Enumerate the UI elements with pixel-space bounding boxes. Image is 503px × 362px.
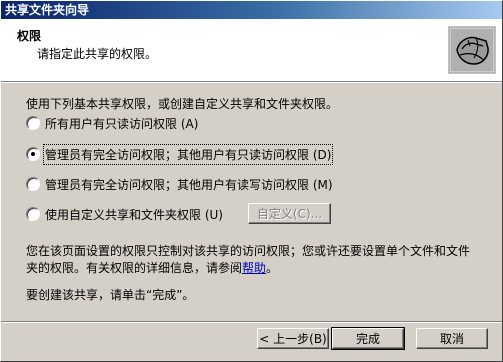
- option-admin-full-others-readonly[interactable]: 管理员有完全访问权限；其他用户有只读访问权限 (D): [26, 143, 334, 165]
- option-custom-permissions[interactable]: 使用自定义共享和文件夹权限 (U): [26, 206, 223, 222]
- instruction-text: 使用下列基本共享权限，或创建自定义共享和文件夹权限。: [26, 97, 339, 111]
- help-link[interactable]: 帮助: [242, 261, 266, 275]
- back-button[interactable]: < 上一步(B): [257, 328, 329, 349]
- shared-folder-wizard-icon: [448, 26, 496, 74]
- note-line-2: 夹的权限。有关权限的详细信息，请参阅帮助。: [26, 259, 278, 276]
- cancel-button[interactable]: 取消: [416, 328, 488, 349]
- custom-button[interactable]: 自定义(C)...: [248, 203, 331, 224]
- radio-admin-full-others-readonly[interactable]: [26, 147, 40, 161]
- radio-admin-full-others-readwrite[interactable]: [26, 177, 40, 191]
- note-line-2-suffix: 。: [266, 261, 279, 275]
- page-title: 权限: [17, 29, 42, 43]
- radio-custom-permissions[interactable]: [26, 207, 40, 221]
- option-admin-full-others-readwrite[interactable]: 管理员有完全访问权限；其他用户有读写访问权限 (M): [26, 176, 333, 192]
- note-line-2-prefix: 夹的权限。有关权限的详细信息，请参阅: [26, 261, 243, 275]
- option-admin-full-others-readonly-label[interactable]: 管理员有完全访问权限；其他用户有只读访问权限 (D): [42, 143, 334, 165]
- finish-button[interactable]: 完成: [331, 327, 405, 350]
- finish-hint: 要创建该共享，请单击“完成”。: [26, 288, 195, 302]
- page-subtitle: 请指定此共享的权限。: [37, 47, 158, 61]
- wizard-header: 权限 请指定此共享的权限。: [1, 19, 502, 82]
- option-readonly-all[interactable]: 所有用户有只读访问权限 (A): [26, 115, 198, 131]
- footer-divider-highlight: [1, 322, 502, 323]
- header-divider: [1, 82, 502, 83]
- option-custom-permissions-label[interactable]: 使用自定义共享和文件夹权限 (U): [45, 206, 223, 223]
- wizard-window: 共享文件夹向导 权限 请指定此共享的权限。 使用下列基本共享权限，或创建自定义共…: [0, 0, 503, 362]
- note-line-1: 您在该页面设置的权限只控制对该共享的访问权限；您或许还要设置单个文件和文件: [26, 244, 471, 258]
- option-readonly-all-label[interactable]: 所有用户有只读访问权限 (A): [45, 115, 198, 132]
- option-admin-full-others-readwrite-label[interactable]: 管理员有完全访问权限；其他用户有读写访问权限 (M): [45, 176, 333, 193]
- title-bar[interactable]: 共享文件夹向导: [1, 1, 502, 19]
- window-title: 共享文件夹向导: [5, 3, 90, 17]
- radio-readonly-all[interactable]: [26, 116, 40, 130]
